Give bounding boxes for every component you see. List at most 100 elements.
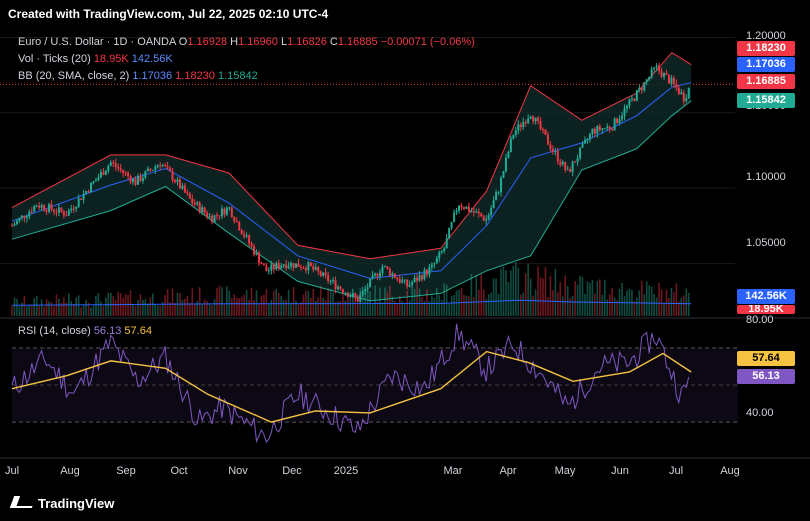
- volume-bar: [552, 290, 554, 316]
- candle-body: [448, 228, 451, 239]
- candle-body: [240, 230, 243, 235]
- volume-bar: [655, 297, 658, 316]
- volume-bar: [668, 297, 670, 316]
- candle-body: [665, 73, 668, 75]
- candle-body: [670, 77, 673, 84]
- candle-body: [85, 191, 88, 194]
- volume-ma-tag: 142.56K: [737, 289, 795, 304]
- candle-body: [307, 262, 310, 271]
- candle-body: [391, 273, 394, 276]
- volume-bar: [480, 274, 483, 316]
- candle-body: [586, 139, 589, 141]
- volume-bar: [324, 300, 327, 316]
- volume-bar: [280, 295, 283, 316]
- candle-body: [15, 220, 18, 225]
- time-label: Oct: [170, 465, 188, 477]
- tradingview-logo[interactable]: TradingView: [9, 496, 114, 511]
- volume-bar: [539, 277, 542, 316]
- volume-bar: [569, 297, 571, 316]
- candle-body: [215, 215, 218, 217]
- candle-body: [638, 87, 641, 91]
- volume-bar: [80, 307, 82, 316]
- volume-bar: [174, 302, 176, 316]
- rsi-tick-label: 40.00: [746, 407, 774, 419]
- candle-body: [435, 258, 438, 264]
- candle-body: [522, 122, 525, 128]
- candle-body: [425, 269, 428, 275]
- volume-bar: [28, 304, 31, 316]
- candle-body: [201, 207, 204, 213]
- candle-body: [67, 210, 70, 216]
- candle-body: [467, 206, 470, 212]
- candle-body: [576, 158, 579, 163]
- volume-bar: [524, 273, 527, 316]
- candle-body: [164, 165, 167, 167]
- candle-body: [430, 264, 433, 268]
- volume-bar: [171, 288, 174, 316]
- candle-body: [495, 192, 498, 201]
- candle-body: [583, 139, 586, 144]
- candle-body: [72, 208, 75, 210]
- candle-body: [635, 90, 638, 101]
- volume-bar: [603, 279, 606, 316]
- candle-body: [299, 266, 302, 268]
- volume-bar: [487, 294, 490, 316]
- candle-body: [33, 206, 36, 212]
- volume-bar: [433, 297, 436, 316]
- candle-body: [519, 124, 522, 128]
- candle-body: [460, 205, 463, 208]
- volume-tag: 18.95K: [737, 305, 795, 314]
- volume-bar: [154, 304, 157, 316]
- volume-bar: [319, 285, 322, 316]
- volume-bar: [38, 305, 40, 316]
- candle-body: [327, 275, 330, 282]
- candle-body: [606, 126, 609, 129]
- candle-body: [611, 128, 614, 131]
- candle-body: [625, 105, 628, 109]
- candle-body: [309, 262, 312, 267]
- volume-bar: [253, 300, 255, 316]
- volume-bar: [33, 298, 36, 316]
- candle-body: [381, 266, 384, 274]
- candle-body: [537, 117, 540, 122]
- header-bar: Created with TradingView.com, Jul 22, 20…: [0, 0, 810, 28]
- candle-body: [285, 264, 288, 269]
- volume-bar: [643, 294, 646, 316]
- candle-body: [339, 286, 342, 290]
- candle-body: [114, 162, 117, 167]
- volume-bar: [687, 292, 690, 316]
- volume-bar: [201, 304, 203, 316]
- candle-body: [191, 198, 194, 204]
- volume-bar: [334, 302, 337, 316]
- rsi-tick-label: 80.00: [746, 314, 774, 326]
- volume-bar: [70, 300, 73, 316]
- candle-body: [374, 273, 377, 276]
- candle-body: [591, 128, 594, 134]
- volume-bar: [673, 292, 675, 316]
- volume-bar: [418, 288, 421, 316]
- candle-body: [663, 73, 666, 77]
- volume-bar: [193, 303, 196, 316]
- candle-body: [675, 83, 678, 88]
- volume-bar: [129, 290, 132, 316]
- volume-bar: [645, 281, 648, 316]
- candle-body: [416, 277, 419, 281]
- candle-body: [255, 252, 258, 255]
- volume-bar: [500, 268, 502, 316]
- volume-bar: [142, 299, 144, 316]
- candle-body: [546, 134, 549, 145]
- volume-bar: [571, 295, 574, 316]
- volume-bar: [561, 296, 564, 316]
- volume-bar: [72, 303, 75, 316]
- candle-body: [658, 65, 661, 72]
- volume-bar: [16, 298, 18, 316]
- volume-bar: [477, 289, 480, 316]
- volume-bar: [522, 292, 525, 316]
- candle-body: [13, 224, 16, 226]
- volume-bar: [233, 294, 236, 316]
- volume-bar: [43, 306, 45, 316]
- candle-body: [485, 219, 488, 221]
- candle-body: [28, 211, 31, 217]
- candle-body: [608, 126, 611, 129]
- volume-bar: [475, 275, 478, 316]
